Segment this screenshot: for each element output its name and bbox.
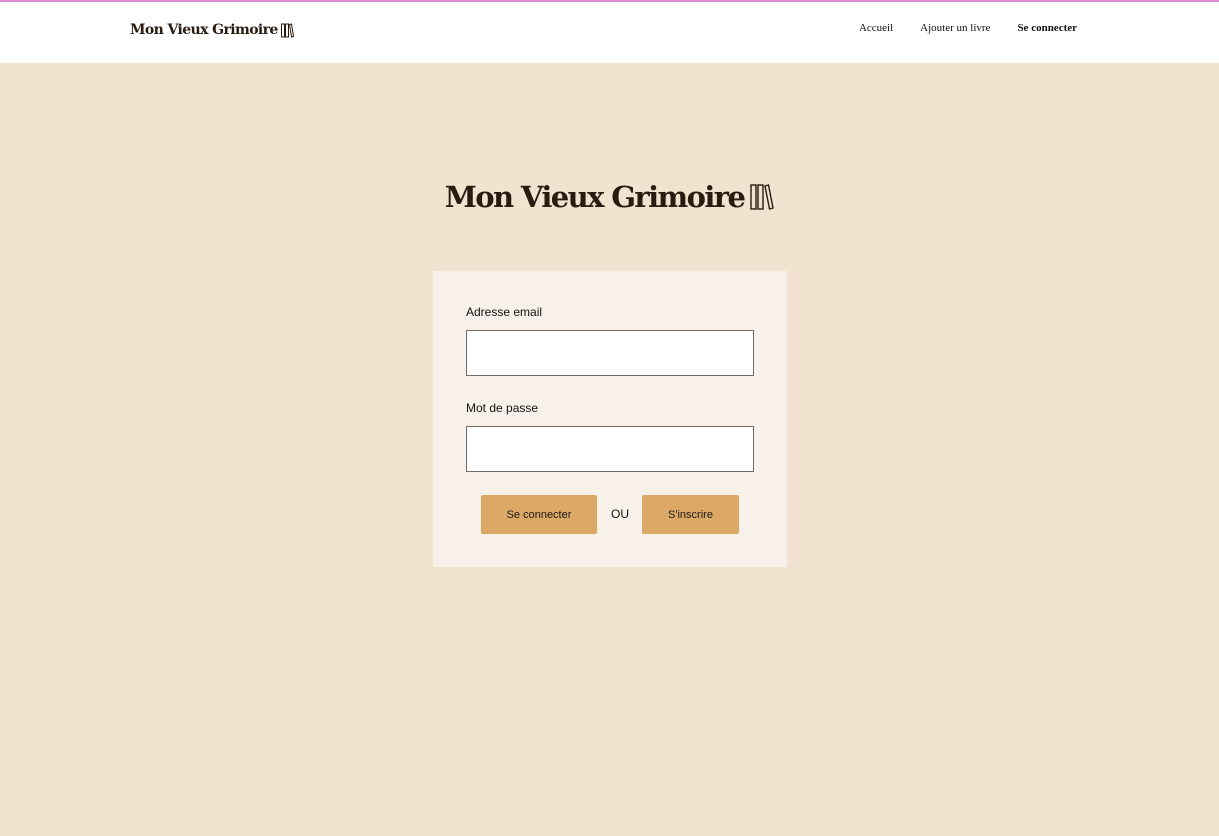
nav-link-ajouter-un-livre[interactable]: Ajouter un livre [920,22,990,34]
header-brand-name: Mon Vieux Grimoire [130,22,278,38]
hero-logo: Mon Vieux Grimoire [0,180,1219,214]
hero-title: Mon Vieux Grimoire [444,180,746,214]
email-label: Adresse email [466,305,543,319]
books-icon [750,184,775,210]
login-card: Adresse email Mot de passe Se connecter … [433,271,787,567]
signup-button[interactable]: S'inscrire [642,495,739,534]
email-field[interactable] [466,330,754,376]
password-field[interactable] [466,426,754,472]
header-logo[interactable]: Mon Vieux Grimoire [130,22,294,38]
nav-link-se-connecter[interactable]: Se connecter [1017,22,1077,34]
books-icon [280,22,294,38]
password-label: Mot de passe [466,401,539,415]
site-header: Mon Vieux Grimoire Accueil Ajouter un li… [0,2,1219,63]
nav-link-accueil[interactable]: Accueil [859,22,893,34]
or-separator: OU [611,507,629,521]
main-nav: Accueil Ajouter un livre Se connecter [859,22,1077,34]
login-button[interactable]: Se connecter [481,495,597,534]
